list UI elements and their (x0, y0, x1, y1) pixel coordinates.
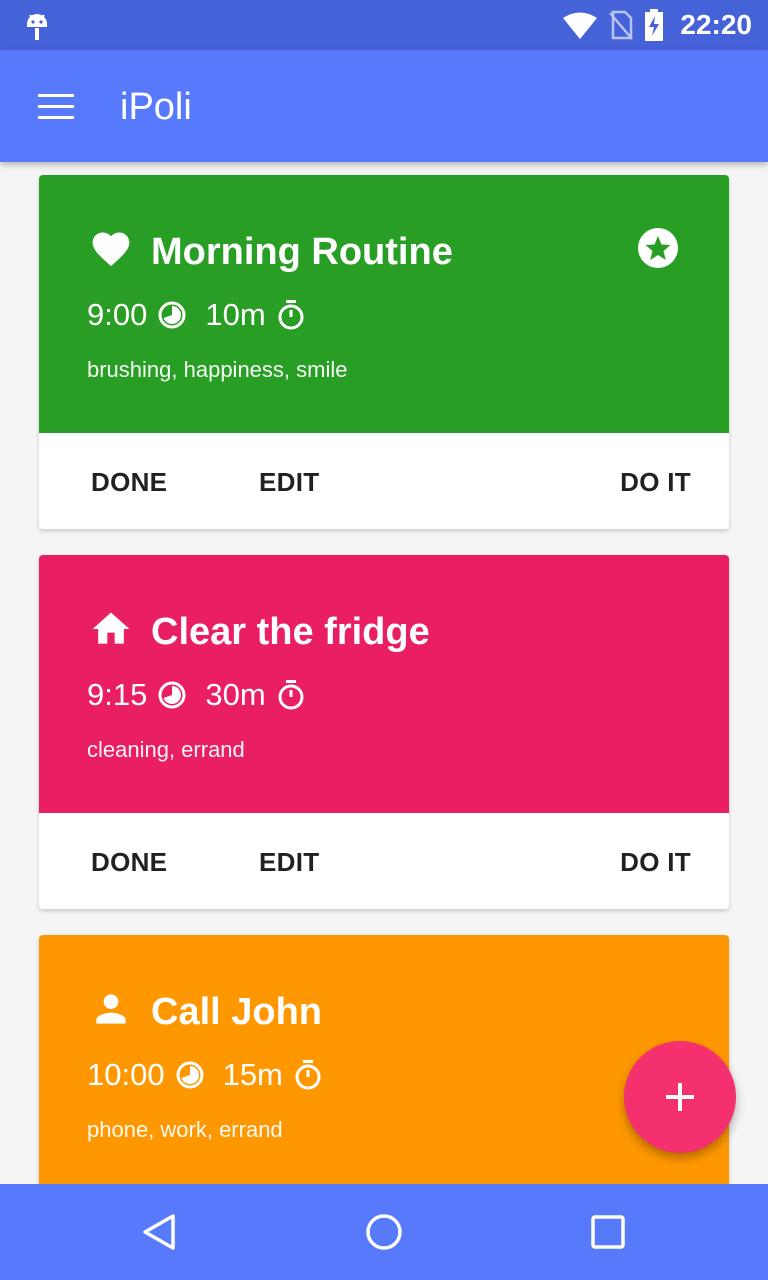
quest-card[interactable]: Morning Routine 9:00 10m brushing, happi… (39, 175, 729, 529)
quest-title: Call John (151, 991, 323, 1033)
star-icon[interactable] (637, 227, 679, 269)
hamburger-menu-icon[interactable] (38, 94, 74, 120)
status-clock: 22:20 (680, 9, 752, 40)
quest-actions: DONE EDIT DO IT (39, 433, 729, 529)
heart-icon (92, 232, 130, 267)
quest-duration: 10m (205, 297, 266, 332)
quest-start-time: 9:00 (87, 297, 148, 332)
home-icon[interactable] (364, 1212, 404, 1252)
quest-start-time: 9:15 (87, 677, 148, 712)
app-bar: iPoli (0, 50, 768, 162)
edit-button[interactable]: EDIT (259, 847, 319, 878)
person-icon (96, 994, 126, 1024)
edit-button[interactable]: EDIT (259, 467, 319, 498)
quest-tags: phone, work, errand (87, 1117, 283, 1142)
quest-card-header[interactable]: Clear the fridge 9:15 30m cleaning, erra… (39, 555, 729, 813)
clock-icon (158, 681, 186, 709)
quest-card[interactable]: Clear the fridge 9:15 30m cleaning, erra… (39, 555, 729, 909)
clock-icon (176, 1061, 204, 1089)
status-bar: 22:20 (0, 0, 768, 50)
timer-icon (278, 300, 304, 330)
timer-icon (295, 1060, 321, 1090)
done-button[interactable]: DONE (91, 847, 167, 878)
quest-card[interactable]: Call John 10:00 15m phone, work, errand (39, 935, 729, 1184)
quest-duration: 30m (205, 677, 266, 712)
do-it-button[interactable]: DO IT (620, 847, 691, 878)
quest-time-row: 10:00 15m (87, 1055, 323, 1095)
timer-icon (278, 680, 304, 710)
android-debug-icon (27, 14, 47, 40)
quest-start-time: 10:00 (87, 1057, 165, 1092)
clock-icon (158, 301, 186, 329)
do-it-button[interactable]: DO IT (620, 467, 691, 498)
home-icon (92, 612, 130, 644)
recents-icon[interactable] (588, 1212, 628, 1252)
battery-charging-icon (645, 9, 664, 41)
app-title: iPoli (120, 86, 192, 128)
no-sim-icon (609, 10, 634, 40)
quest-title: Morning Routine (151, 231, 453, 273)
quest-card-header[interactable]: Call John 10:00 15m phone, work, errand (39, 935, 729, 1184)
quest-card-header[interactable]: Morning Routine 9:00 10m brushing, happi… (39, 175, 729, 433)
quest-duration: 15m (222, 1057, 283, 1092)
quest-title: Clear the fridge (151, 611, 430, 653)
quest-tags: cleaning, errand (87, 737, 245, 762)
done-button[interactable]: DONE (91, 467, 167, 498)
quest-time-row: 9:00 10m (87, 295, 306, 335)
back-icon[interactable] (140, 1212, 180, 1252)
system-nav-bar (0, 1184, 768, 1280)
wifi-icon (563, 12, 598, 39)
quest-list[interactable]: Morning Routine 9:00 10m brushing, happi… (0, 162, 768, 1184)
add-quest-fab-button[interactable] (624, 1041, 736, 1153)
quest-actions: DONE EDIT DO IT (39, 813, 729, 909)
quest-time-row: 9:15 30m (87, 675, 306, 715)
quest-tags: brushing, happiness, smile (87, 357, 348, 382)
